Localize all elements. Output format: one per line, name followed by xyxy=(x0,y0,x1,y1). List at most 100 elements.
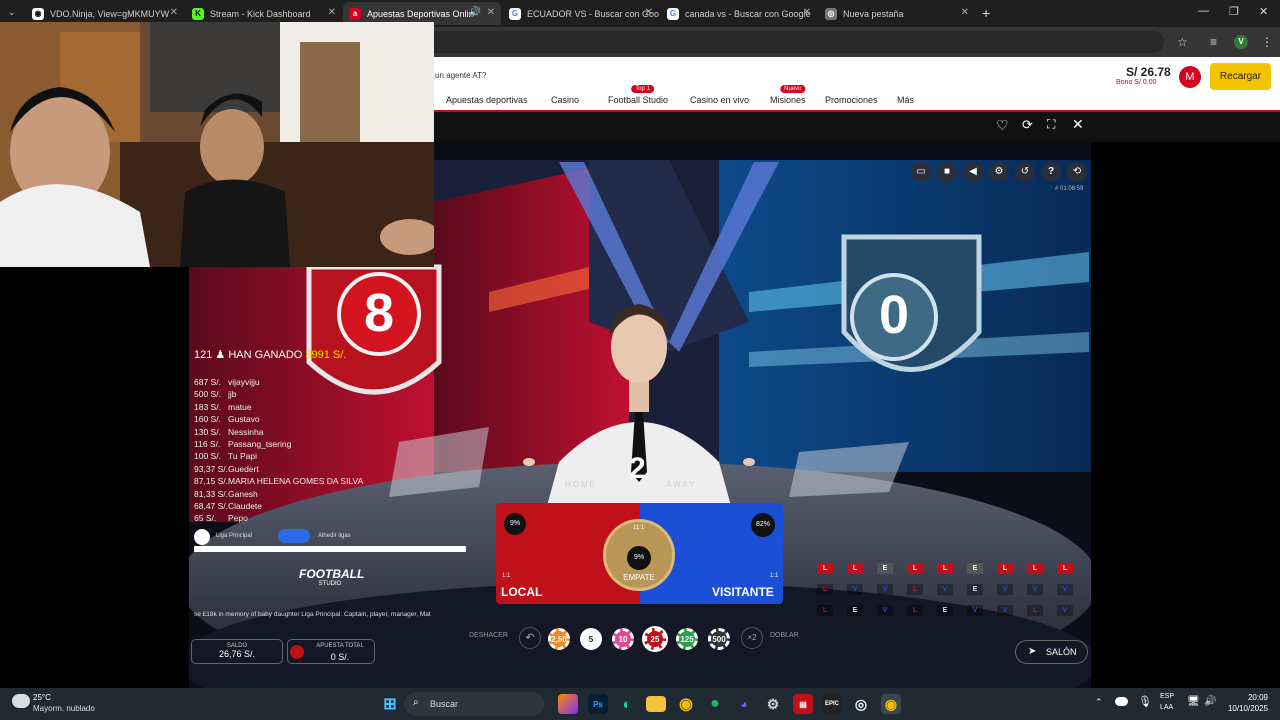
address-bar[interactable] xyxy=(434,31,1164,53)
onedrive-cloud-icon[interactable] xyxy=(1115,697,1128,706)
nav-promociones[interactable]: Promociones xyxy=(825,95,878,105)
user-avatar[interactable]: M xyxy=(1179,66,1201,88)
chip-0[interactable]: 2,50 xyxy=(548,628,570,650)
bet-empate-spot[interactable]: 11:1 9% EMPATE xyxy=(603,519,675,591)
road-cell: V xyxy=(1027,584,1043,595)
photoshop-icon[interactable]: Ps xyxy=(588,694,608,714)
bookmark-star-icon[interactable]: ☆ xyxy=(1177,35,1188,49)
discord-icon[interactable]: ◕ xyxy=(734,694,754,714)
nav-misiones[interactable]: Misiones Nuevo xyxy=(770,85,806,105)
nav-casino[interactable]: Casino xyxy=(551,95,579,105)
menu-dots-icon[interactable]: ⋮ xyxy=(1261,35,1273,49)
logo-line1: FOOTBALL xyxy=(299,567,365,581)
volume-icon[interactable]: 🔊 xyxy=(1204,696,1216,707)
winner-amount: 68,47 S/. xyxy=(194,501,229,511)
tray-overflow-icon[interactable]: ⌃ xyxy=(1095,697,1103,708)
steam-icon[interactable]: ⚙ xyxy=(763,694,783,714)
apuesta-value: 0 S/. xyxy=(330,652,350,662)
obs-icon[interactable]: ◎ xyxy=(851,694,871,714)
network-icon[interactable]: 🖥 xyxy=(1187,696,1200,707)
favorite-heart-icon[interactable]: ♡ xyxy=(996,117,1009,134)
undo-label[interactable]: DESHACER xyxy=(469,632,508,639)
chat-icon[interactable]: ▭ xyxy=(911,162,931,182)
nav-apuestas-deportivas[interactable]: Apuestas deportivas xyxy=(446,95,528,105)
total-bet-box: APUESTA TOTAL 0 S/. xyxy=(287,639,375,664)
media-controls-icon[interactable]: ≡ xyxy=(1210,35,1217,49)
recharge-button[interactable]: Recargar xyxy=(1210,63,1271,90)
close-window-icon[interactable]: ✕ xyxy=(1259,5,1268,18)
chip-4[interactable]: 125 xyxy=(676,628,698,650)
spotify-icon[interactable]: ● xyxy=(705,694,725,714)
copilot-icon[interactable] xyxy=(558,694,578,714)
tab-new-tab[interactable]: ◎ Nueva pestaña ✕ xyxy=(819,2,975,25)
close-tab-icon[interactable]: ✕ xyxy=(961,7,969,18)
sound-icon[interactable]: ◀ xyxy=(963,162,983,182)
tab-title: ECUADOR VS - Buscar con Goo xyxy=(527,8,659,19)
close-tab-icon[interactable]: ✕ xyxy=(170,7,178,18)
tab-canada-search[interactable]: G canada vs - Buscar con Google ✕ xyxy=(661,2,817,25)
close-tab-icon[interactable]: ✕ xyxy=(803,7,811,18)
winner-name: vijayvijju xyxy=(228,377,260,387)
local-label: LOCAL xyxy=(501,585,543,599)
keyboard-layout[interactable]: LAA xyxy=(1160,704,1173,711)
chrome-icon[interactable]: ◉ xyxy=(676,694,696,714)
windows-start-icon[interactable]: ⊞ xyxy=(380,694,400,714)
weather-temp[interactable]: 25°C xyxy=(33,693,51,702)
saldo-box: SALDO 26,76 S/. xyxy=(191,639,283,664)
minimize-icon[interactable]: — xyxy=(1198,5,1209,17)
close-game-icon[interactable]: ✕ xyxy=(1072,116,1084,133)
close-tab-icon[interactable]: ✕ xyxy=(328,7,336,18)
empate-label: EMPATE xyxy=(623,573,655,582)
taskbar-search[interactable]: ⌕ Buscar xyxy=(404,692,544,716)
league-name: Liga Principal xyxy=(216,533,253,539)
history-icon[interactable]: ↺ xyxy=(1015,162,1035,182)
winner-row: 87,15 S/.MARIA HELENA GOMES DA SILVA xyxy=(194,476,363,486)
weather-cloud-icon[interactable] xyxy=(12,694,30,708)
double-label[interactable]: DOBLAR xyxy=(770,632,799,639)
winner-amount: 81,33 S/. xyxy=(194,488,229,499)
chip-2[interactable]: 10 xyxy=(612,628,634,650)
chip-3[interactable]: 25 xyxy=(644,628,666,650)
weather-desc[interactable]: Mayorm. nublado xyxy=(33,704,95,713)
nav-casino-en-vivo[interactable]: Casino en vivo xyxy=(690,95,749,105)
close-tab-icon[interactable]: ✕ xyxy=(487,7,495,18)
clock-date[interactable]: 10/10/2025 xyxy=(1220,704,1268,713)
clock-time[interactable]: 20:09 xyxy=(1220,693,1268,702)
double-icon[interactable]: ×2 xyxy=(741,627,763,649)
fullscreen-icon[interactable]: ⛶ xyxy=(1047,117,1055,132)
promo-text[interactable]: un agente AT? xyxy=(435,71,486,80)
video-icon[interactable]: ■ xyxy=(937,162,957,182)
logo-line2: STUDIO xyxy=(318,581,342,587)
profile-avatar[interactable]: V xyxy=(1234,35,1248,49)
help-icon[interactable]: ? xyxy=(1041,162,1061,182)
winners-total: 3991 S/. xyxy=(305,349,347,361)
restore-icon[interactable]: ❐ xyxy=(1229,5,1239,18)
file-explorer-icon[interactable] xyxy=(646,696,666,712)
undo-icon[interactable]: ↶ xyxy=(519,627,541,649)
app-red-icon[interactable]: ▤ xyxy=(793,694,813,714)
refresh-icon[interactable]: ⟳ xyxy=(1022,117,1033,133)
league-toggle[interactable] xyxy=(278,529,310,543)
chrome-active-icon[interactable]: ◉ xyxy=(881,694,901,714)
new-tab-button[interactable]: + xyxy=(982,5,990,21)
microphone-icon[interactable]: 🎙 xyxy=(1138,695,1152,708)
chip-5[interactable]: 500 xyxy=(708,628,730,650)
tab-search-chevron-icon[interactable]: ⌄ xyxy=(8,7,16,18)
chip-1[interactable]: 5 xyxy=(580,628,602,650)
nav-mas[interactable]: Más xyxy=(897,95,914,105)
nav-football-studio[interactable]: Football Studio Top 1 xyxy=(608,85,668,105)
tab-ecuador-search[interactable]: G ECUADOR VS - Buscar con Goo ✕ xyxy=(503,2,659,25)
league-switch-label[interactable]: Alhedir ligas xyxy=(318,533,351,539)
audio-playing-icon[interactable]: 🔊 xyxy=(469,7,481,18)
road-cell: E xyxy=(877,563,893,574)
road-cell: V xyxy=(997,584,1013,595)
language-indicator[interactable]: ESP xyxy=(1160,693,1174,700)
settings-gear-icon[interactable]: ⚙ xyxy=(989,162,1009,182)
lobby-button[interactable]: ➤ SALÓN xyxy=(1015,640,1088,664)
lobby-return-icon[interactable]: ⟲ xyxy=(1067,162,1087,182)
epic-games-icon[interactable]: EPIC xyxy=(822,694,842,714)
edge-icon[interactable]: ◐ xyxy=(617,694,637,714)
balance-amount[interactable]: S/ 26.78 xyxy=(1126,65,1171,79)
winner-amount: 100 S/. xyxy=(194,451,221,462)
close-tab-icon[interactable]: ✕ xyxy=(645,7,653,18)
